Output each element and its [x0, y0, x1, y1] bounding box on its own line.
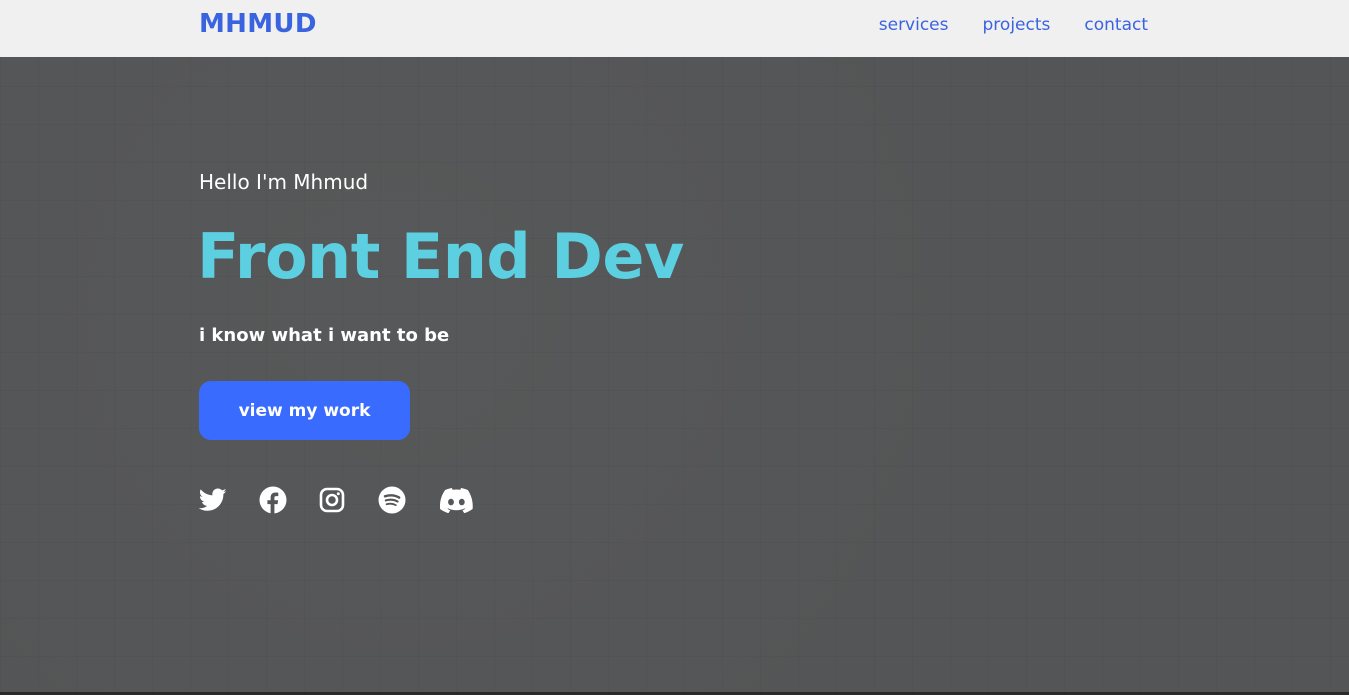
- nav-link-services[interactable]: services: [879, 15, 949, 35]
- discord-icon[interactable]: [440, 485, 473, 515]
- top-navbar: MHMUD services projects contact: [0, 0, 1349, 57]
- main-nav: services projects contact: [879, 15, 1148, 35]
- nav-link-contact[interactable]: contact: [1084, 15, 1148, 35]
- spotify-icon[interactable]: [378, 485, 406, 515]
- instagram-icon[interactable]: [319, 485, 345, 515]
- hero-section: Hello I'm Mhmud Front End Dev i know wha…: [0, 57, 1349, 695]
- hero-tagline: i know what i want to be: [199, 325, 450, 346]
- hero-headline: Front End Dev: [197, 220, 684, 293]
- social-links: [198, 485, 473, 515]
- facebook-icon[interactable]: [259, 485, 287, 515]
- hero-greeting: Hello I'm Mhmud: [199, 170, 369, 194]
- twitter-icon[interactable]: [198, 485, 227, 515]
- nav-link-projects[interactable]: projects: [983, 15, 1051, 35]
- view-my-work-button[interactable]: view my work: [199, 381, 410, 440]
- site-logo[interactable]: MHMUD: [199, 9, 317, 39]
